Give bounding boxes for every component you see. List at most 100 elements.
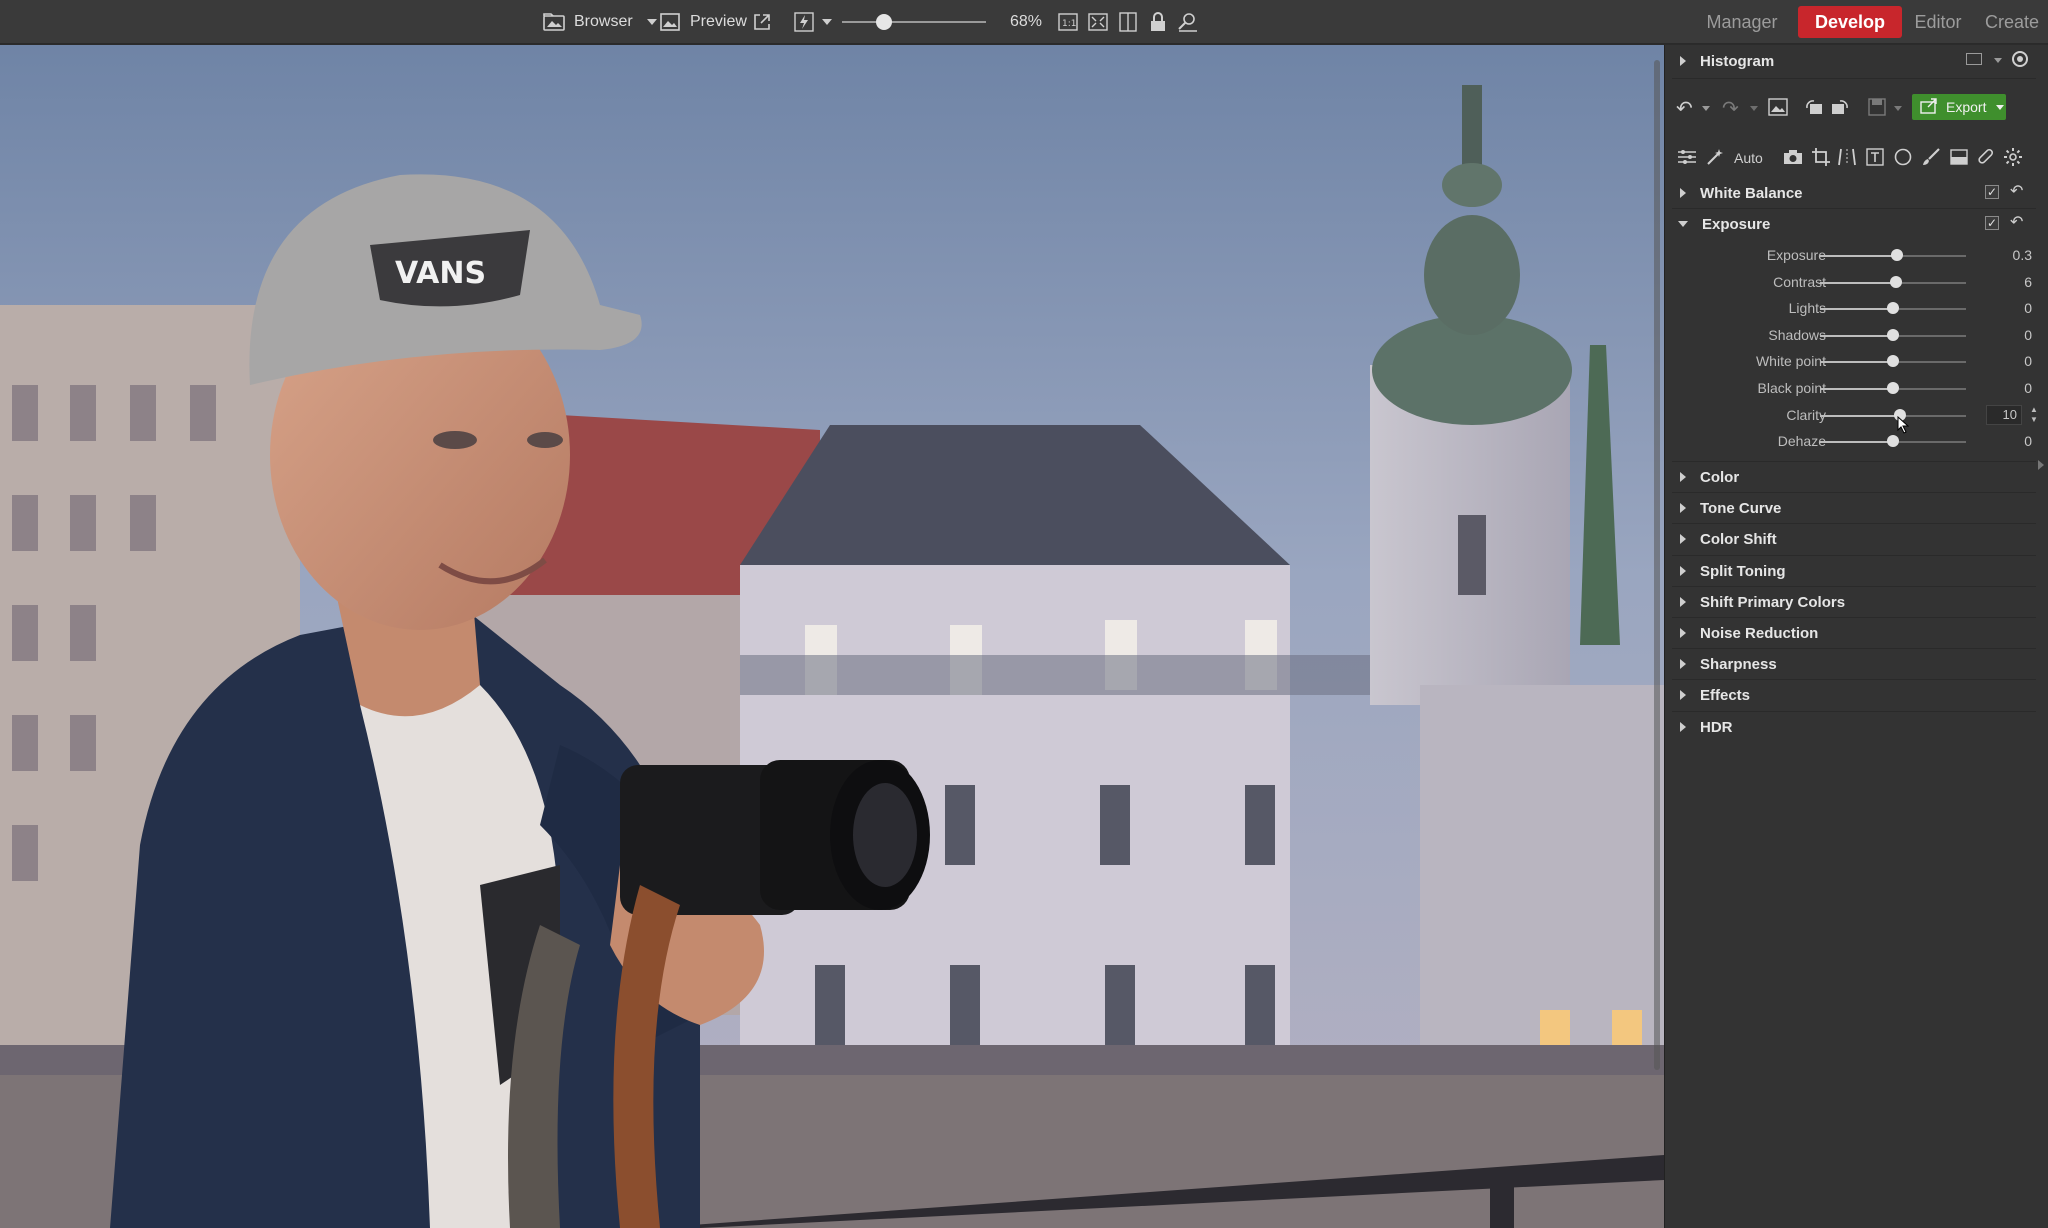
section-title: Effects <box>1700 686 1751 704</box>
photo-scrollbar[interactable] <box>1654 60 1660 1070</box>
panel-collapse-arrow-icon[interactable] <box>2038 460 2044 470</box>
compare-button[interactable] <box>1116 0 1140 44</box>
target-icon[interactable] <box>2012 51 2028 67</box>
actual-size-button[interactable]: 1:1 <box>1056 0 1080 44</box>
slider-row-shadows: Shadows 0 <box>1664 323 2048 349</box>
value-spinner-icon[interactable]: ▲ ▼ <box>2028 405 2040 425</box>
separator <box>1672 78 2036 79</box>
export-button[interactable]: Export <box>1912 94 2006 120</box>
section-split-toning[interactable]: Split Toning <box>1672 556 2036 586</box>
slider-row-white-point: White point 0 <box>1664 349 2048 375</box>
auto-wand-icon[interactable] <box>1704 146 1726 168</box>
rotate-right-icon[interactable] <box>1830 98 1850 121</box>
section-noise-reduction[interactable]: Noise Reduction <box>1672 618 2036 648</box>
expand-arrow-icon <box>1678 221 1688 227</box>
section-hdr[interactable]: HDR <box>1672 712 2036 742</box>
section-effects[interactable]: Effects <box>1672 680 2036 710</box>
slider-value[interactable]: 0 <box>2024 353 2032 369</box>
slider-label: Black point <box>1757 380 1826 396</box>
slider-fill <box>1820 308 1893 310</box>
save-options-chevron-icon[interactable] <box>1894 106 1902 111</box>
collapse-arrow-icon <box>1680 566 1686 576</box>
histogram-title: Histogram <box>1700 52 1775 70</box>
preview-button[interactable]: Preview <box>658 0 747 44</box>
section-title: Color Shift <box>1700 530 1777 548</box>
exposure-section-header[interactable]: Exposure <box>1672 209 2036 239</box>
adjustments-icon[interactable] <box>1676 146 1698 168</box>
section-shift-primary-colors[interactable]: Shift Primary Colors <box>1672 587 2036 617</box>
slider-handle[interactable] <box>1887 329 1899 341</box>
perspective-icon[interactable] <box>1836 146 1858 168</box>
section-sharpness[interactable]: Sharpness <box>1672 649 2036 679</box>
retouch-icon[interactable] <box>1974 146 1996 168</box>
zoom-slider-handle[interactable] <box>875 14 892 30</box>
slider-row-exposure: Exposure 0.3 <box>1664 243 2048 269</box>
export-label: Export <box>1946 99 1987 115</box>
slider-value-input[interactable]: 10 <box>1986 405 2022 425</box>
white-balance-enable-checkbox[interactable]: ✓ <box>1985 185 1999 199</box>
export-chevron-icon[interactable] <box>1996 104 2005 110</box>
collapse-arrow-icon <box>1680 690 1686 700</box>
export-icon <box>1920 97 1938 117</box>
slider-label: White point <box>1755 353 1826 369</box>
redo-history-chevron-icon[interactable] <box>1750 106 1758 111</box>
slider-value[interactable]: 0 <box>2024 433 2032 449</box>
mouse-cursor-icon <box>1897 415 1910 439</box>
tab-create[interactable]: Create <box>1976 6 2048 38</box>
quick-fix-button[interactable] <box>792 0 832 44</box>
exposure-enable-checkbox[interactable]: ✓ <box>1985 216 1999 230</box>
browser-dropdown-caret[interactable] <box>646 19 657 25</box>
slider-row-black-point: Black point 0 <box>1664 376 2048 402</box>
photo-canvas[interactable]: VANS <box>0 45 1664 1228</box>
slider-handle[interactable] <box>1887 302 1899 314</box>
white-balance-reset-icon[interactable]: ↶ <box>2010 181 2023 201</box>
lock-icon <box>1146 10 1170 34</box>
slider-fill <box>1820 388 1893 390</box>
slider-value[interactable]: 0 <box>2024 327 2032 343</box>
slider-handle[interactable] <box>1891 249 1904 261</box>
slider-value[interactable]: 0.3 <box>2013 247 2032 263</box>
save-icon[interactable] <box>1868 98 1886 121</box>
fit-window-icon <box>1086 10 1110 34</box>
undo-history-chevron-icon[interactable] <box>1702 106 1710 111</box>
open-external-icon <box>750 10 774 34</box>
histogram-mode-icon[interactable] <box>1966 53 1982 65</box>
search-person-button[interactable] <box>1176 0 1200 44</box>
section-tone-curve[interactable]: Tone Curve <box>1672 493 2036 523</box>
gear-icon[interactable] <box>2002 146 2024 168</box>
tab-develop[interactable]: Develop <box>1798 6 1902 38</box>
section-color-shift[interactable]: Color Shift <box>1672 524 2036 554</box>
slider-fill <box>1820 335 1893 337</box>
undo-icon[interactable]: ↶ <box>1676 96 1693 121</box>
fit-window-button[interactable] <box>1086 0 1110 44</box>
lock-button[interactable] <box>1146 0 1170 44</box>
slider-handle[interactable] <box>1889 276 1902 288</box>
rotate-left-icon[interactable] <box>1804 98 1824 121</box>
tab-manager[interactable]: Manager <box>1694 6 1790 38</box>
open-external-button[interactable] <box>750 0 774 44</box>
brush-icon[interactable] <box>1920 146 1942 168</box>
crop-icon[interactable] <box>1810 146 1832 168</box>
before-after-icon[interactable] <box>1768 98 1788 121</box>
slider-handle[interactable] <box>1887 382 1899 394</box>
chevron-down-icon[interactable] <box>1994 58 2002 63</box>
section-color[interactable]: Color <box>1672 462 2036 492</box>
slider-value[interactable]: 0 <box>2024 380 2032 396</box>
svg-text:VANS: VANS <box>395 256 486 291</box>
browser-button[interactable]: Browser <box>542 0 657 44</box>
slider-value[interactable]: 6 <box>2024 274 2032 290</box>
camera-icon[interactable] <box>1782 146 1804 168</box>
image-icon <box>658 10 682 34</box>
radial-filter-icon[interactable] <box>1892 146 1914 168</box>
tab-editor[interactable]: Editor <box>1898 6 1978 38</box>
gradient-filter-icon[interactable] <box>1948 146 1970 168</box>
white-balance-section-header[interactable]: White Balance <box>1672 178 2036 208</box>
slider-value[interactable]: 0 <box>2024 300 2032 316</box>
zoom-slider-track[interactable] <box>842 21 986 23</box>
auto-button[interactable]: Auto <box>1734 150 1763 166</box>
exposure-reset-icon[interactable]: ↶ <box>2010 212 2023 232</box>
quick-fix-dropdown-caret[interactable] <box>822 19 832 25</box>
redo-icon[interactable]: ↷ <box>1722 96 1739 121</box>
slider-handle[interactable] <box>1887 355 1899 367</box>
text-tool-icon[interactable] <box>1864 146 1886 168</box>
